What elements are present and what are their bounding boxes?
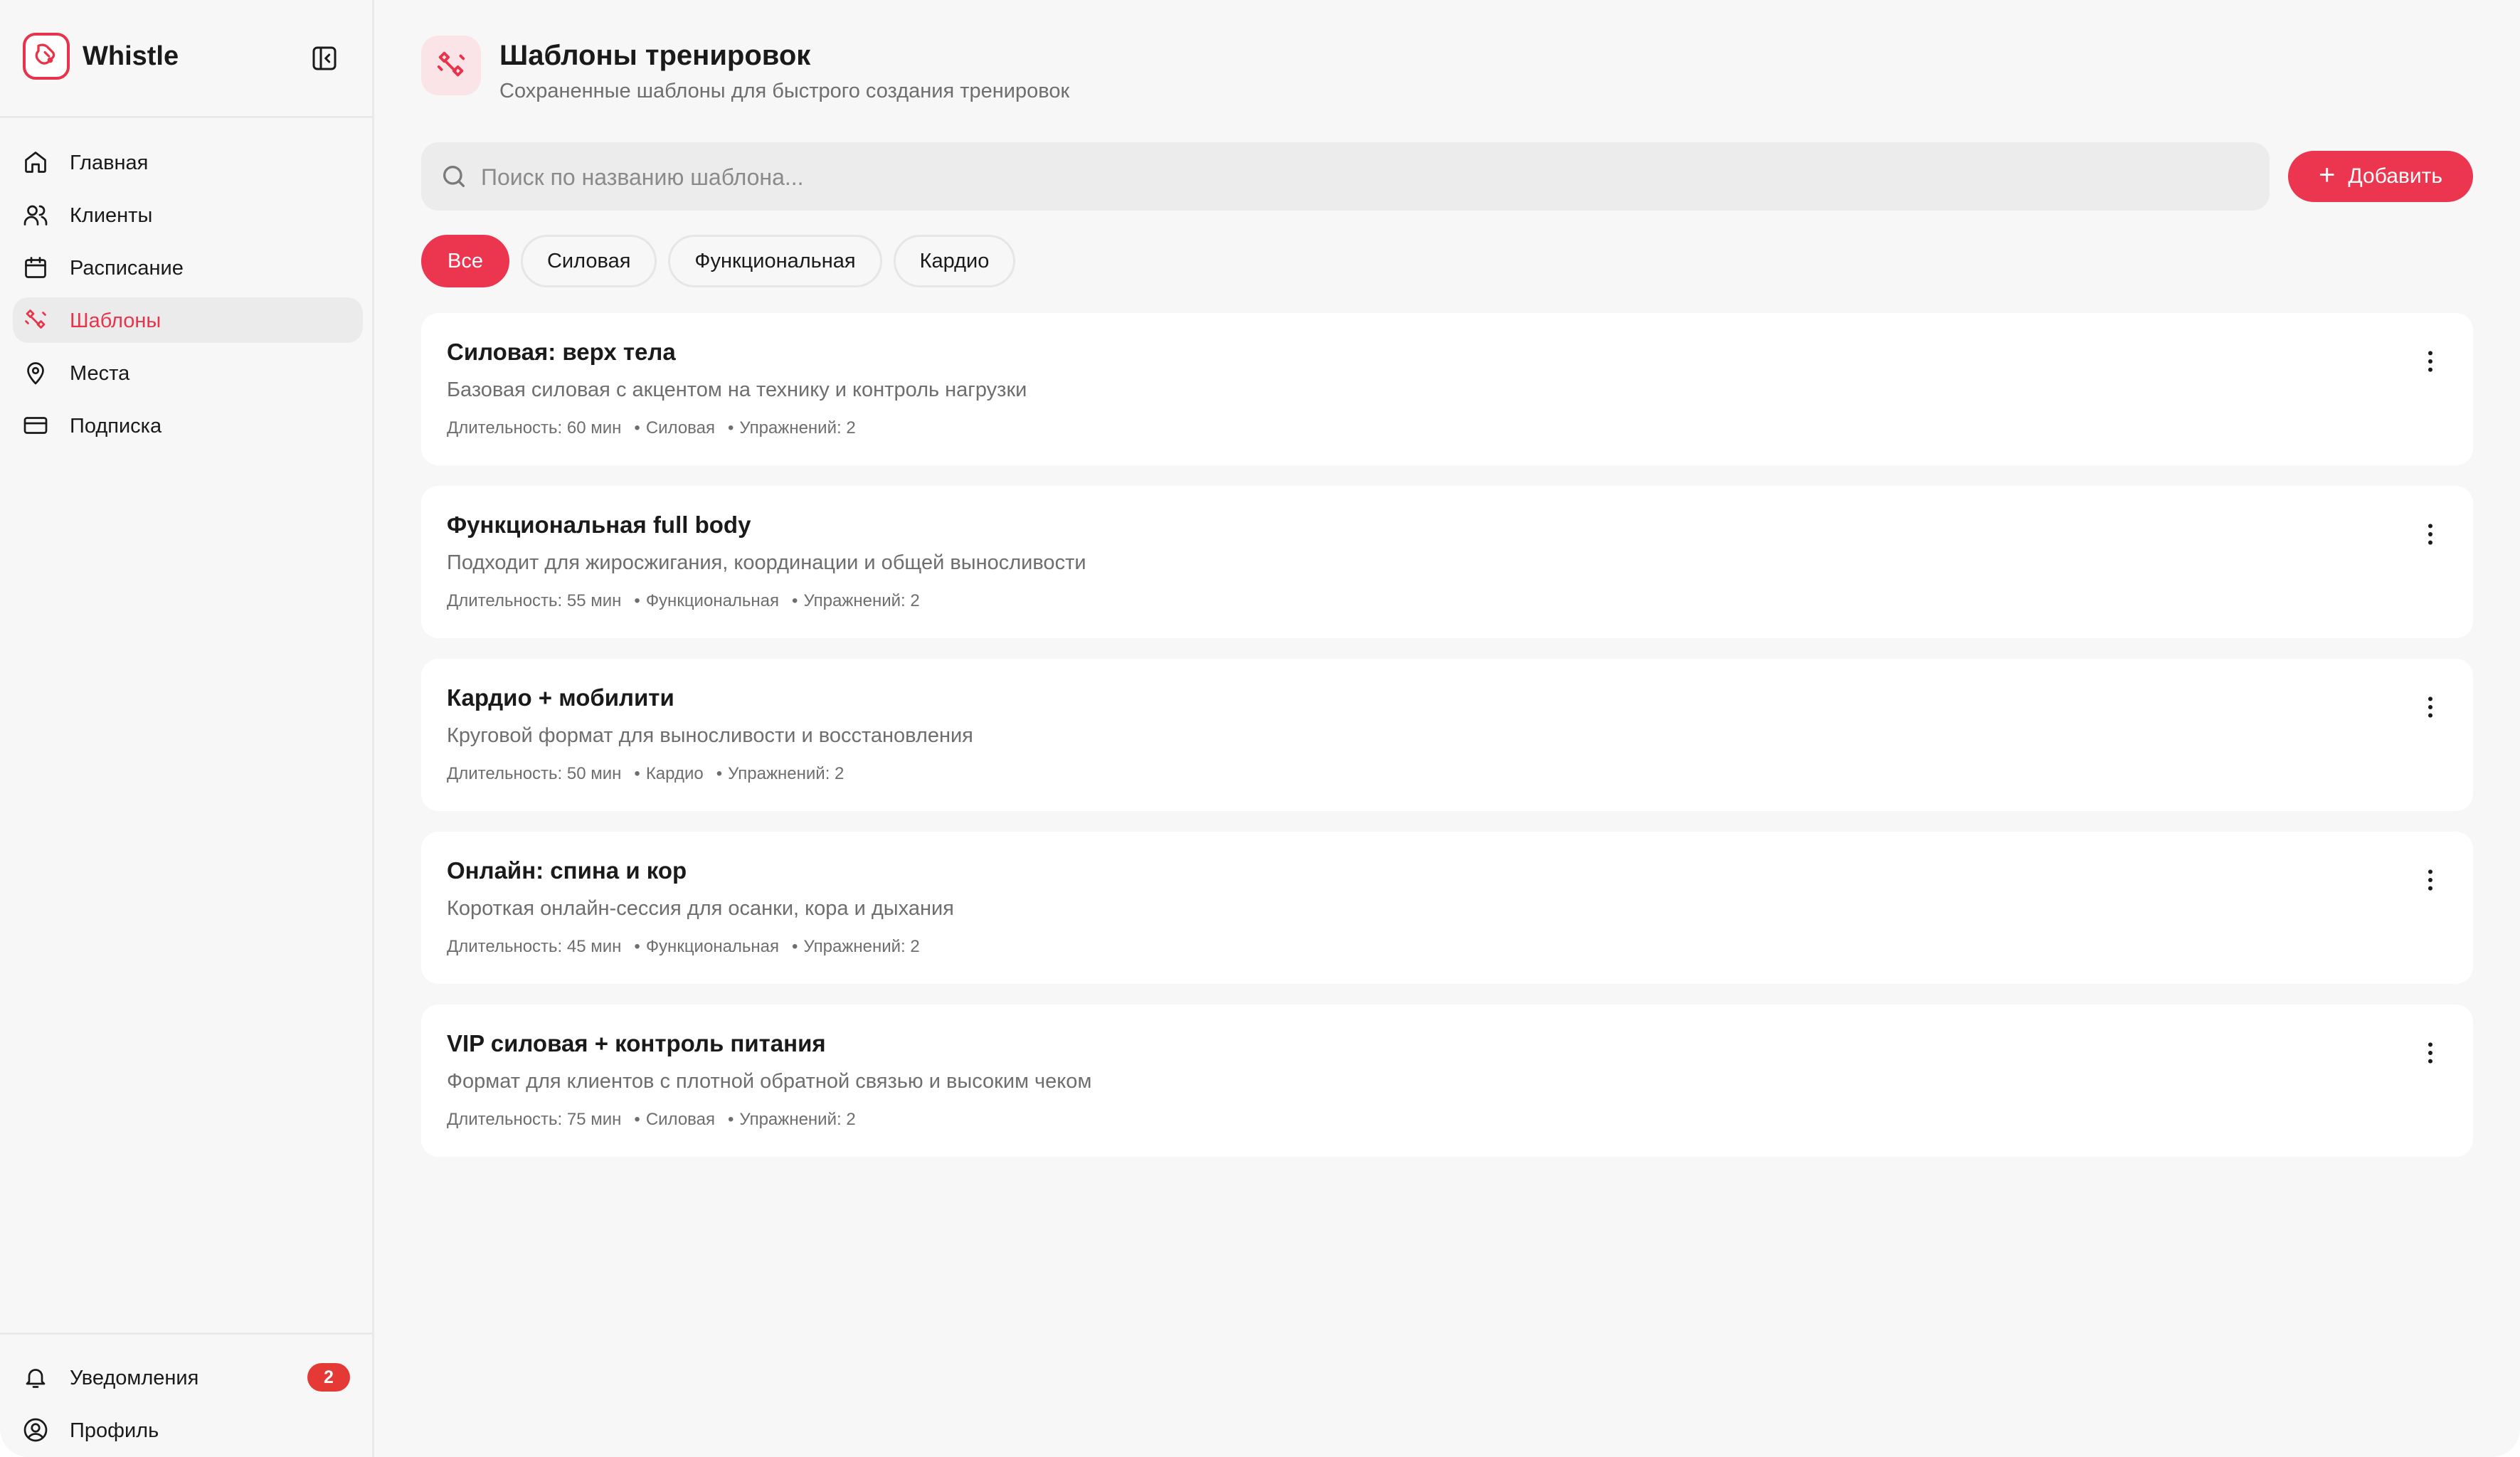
template-meta: Длительность: 75 мин • Силовая • Упражне… (447, 1110, 856, 1130)
template-meta: Длительность: 45 мин • Функциональная • … (447, 937, 920, 957)
more-options-icon[interactable] (2416, 1039, 2445, 1067)
filter-chip-strength[interactable]: Силовая (520, 235, 657, 287)
brand-header: Whistle (0, 0, 374, 118)
more-options-icon[interactable] (2416, 520, 2445, 549)
sidebar-item-label: Подписка (70, 415, 162, 438)
template-exercises: Упражнений: 2 (803, 937, 920, 956)
template-title: Функциональная full body (447, 512, 751, 538)
template-type: Силовая (645, 418, 715, 438)
sidebar-item-places[interactable]: Места (13, 350, 363, 396)
template-description: Базовая силовая с акцентом на технику и … (447, 378, 1027, 401)
search-bar (421, 142, 2270, 211)
meta-separator: • (634, 937, 640, 956)
template-description: Формат для клиентов с плотной обратной с… (447, 1070, 1092, 1093)
home-icon (23, 149, 48, 175)
template-type: Кардио (645, 764, 704, 783)
meta-separator: • (634, 418, 640, 438)
template-card[interactable]: VIP силовая + контроль питания Формат дл… (421, 1005, 2473, 1157)
sidebar-item-label: Профиль (70, 1419, 159, 1442)
more-options-icon[interactable] (2416, 693, 2445, 721)
sidebar: Whistle Главная Клиенты Расписание Шабло… (0, 0, 374, 1457)
page-title: Шаблоны тренировок (499, 40, 811, 71)
plus-icon: + (2319, 159, 2336, 191)
template-duration: Длительность: 60 мин (447, 418, 622, 438)
sidebar-item-templates[interactable]: Шаблоны (13, 297, 363, 343)
sidebar-item-label: Расписание (70, 257, 184, 280)
sidebar-item-label: Шаблоны (70, 309, 162, 332)
sidebar-bottom: Уведомления 2 Профиль (0, 1333, 374, 1457)
sidebar-item-label: Места (70, 362, 130, 385)
template-card[interactable]: Онлайн: спина и кор Короткая онлайн-сесс… (421, 832, 2473, 984)
sidebar-item-notifications[interactable]: Уведомления 2 (13, 1355, 363, 1400)
more-options-icon[interactable] (2416, 347, 2445, 376)
meta-separator: • (634, 1110, 640, 1129)
template-meta: Длительность: 55 мин • Функциональная • … (447, 591, 920, 611)
more-options-icon[interactable] (2416, 866, 2445, 894)
meta-separator: • (634, 764, 640, 783)
meta-separator: • (634, 591, 640, 610)
sidebar-item-profile[interactable]: Профиль (13, 1407, 363, 1453)
add-button-label: Добавить (2348, 164, 2442, 188)
bell-icon (23, 1365, 48, 1390)
template-title: Силовая: верх тела (447, 339, 676, 365)
templates-list: Силовая: верх тела Базовая силовая с акц… (421, 313, 2473, 1177)
template-card[interactable]: Функциональная full body Подходит для жи… (421, 486, 2473, 638)
filter-chips: Все Силовая Функциональная Кардио (421, 235, 1016, 287)
template-card[interactable]: Кардио + мобилити Круговой формат для вы… (421, 659, 2473, 811)
template-title: Кардио + мобилити (447, 684, 674, 711)
template-duration: Длительность: 45 мин (447, 937, 622, 956)
template-meta: Длительность: 60 мин • Силовая • Упражне… (447, 418, 856, 438)
template-description: Подходит для жиросжигания, координации и… (447, 551, 1086, 574)
calendar-icon (23, 255, 48, 280)
template-card[interactable]: Силовая: верх тела Базовая силовая с акц… (421, 313, 2473, 465)
template-duration: Длительность: 55 мин (447, 591, 622, 610)
meta-separator: • (728, 1110, 734, 1129)
sidebar-item-label: Уведомления (70, 1367, 199, 1389)
sidebar-item-label: Главная (70, 152, 149, 174)
sidebar-item-clients[interactable]: Клиенты (13, 192, 363, 238)
whistle-logo-icon[interactable] (23, 33, 70, 80)
notifications-count-badge: 2 (307, 1363, 350, 1392)
template-type: Функциональная (645, 591, 780, 610)
sidebar-item-home[interactable]: Главная (13, 139, 363, 185)
templates-icon (421, 36, 481, 95)
brand-name: Whistle (83, 41, 179, 71)
meta-separator: • (716, 764, 723, 783)
template-type: Силовая (645, 1110, 715, 1129)
sidebar-item-subscription[interactable]: Подписка (13, 403, 363, 448)
users-icon (23, 202, 48, 228)
user-circle-icon (23, 1417, 48, 1443)
template-description: Короткая онлайн-сессия для осанки, кора … (447, 897, 954, 920)
map-pin-icon (23, 360, 48, 386)
template-exercises: Упражнений: 2 (739, 418, 856, 438)
meta-separator: • (792, 591, 798, 610)
credit-card-icon (23, 413, 48, 438)
template-exercises: Упражнений: 2 (728, 764, 845, 783)
sidebar-nav: Главная Клиенты Расписание Шаблоны Места… (13, 139, 363, 455)
meta-separator: • (792, 937, 798, 956)
template-duration: Длительность: 50 мин (447, 764, 622, 783)
filter-chip-functional[interactable]: Функциональная (668, 235, 882, 287)
main-content: Шаблоны тренировок Сохраненные шаблоны д… (374, 0, 2520, 1457)
sidebar-item-label: Клиенты (70, 204, 153, 227)
filter-chip-all[interactable]: Все (421, 235, 509, 287)
sidebar-item-schedule[interactable]: Расписание (13, 245, 363, 290)
search-icon (440, 162, 468, 191)
template-description: Круговой формат для выносливости и восст… (447, 724, 973, 747)
template-exercises: Упражнений: 2 (739, 1110, 856, 1129)
add-template-button[interactable]: + Добавить (2288, 151, 2473, 202)
filter-chip-cardio[interactable]: Кардио (893, 235, 1016, 287)
search-input[interactable] (480, 155, 2247, 199)
templates-icon (23, 307, 48, 333)
collapse-sidebar-icon[interactable] (310, 44, 339, 73)
meta-separator: • (728, 418, 734, 438)
template-title: VIP силовая + контроль питания (447, 1030, 826, 1056)
template-duration: Длительность: 75 мин (447, 1110, 622, 1129)
app-window: Whistle Главная Клиенты Расписание Шабло… (0, 0, 2520, 1457)
template-exercises: Упражнений: 2 (803, 591, 920, 610)
page-subtitle: Сохраненные шаблоны для быстрого создани… (499, 80, 1070, 102)
template-meta: Длительность: 50 мин • Кардио • Упражнен… (447, 764, 844, 784)
template-title: Онлайн: спина и кор (447, 857, 687, 884)
template-type: Функциональная (645, 937, 780, 956)
